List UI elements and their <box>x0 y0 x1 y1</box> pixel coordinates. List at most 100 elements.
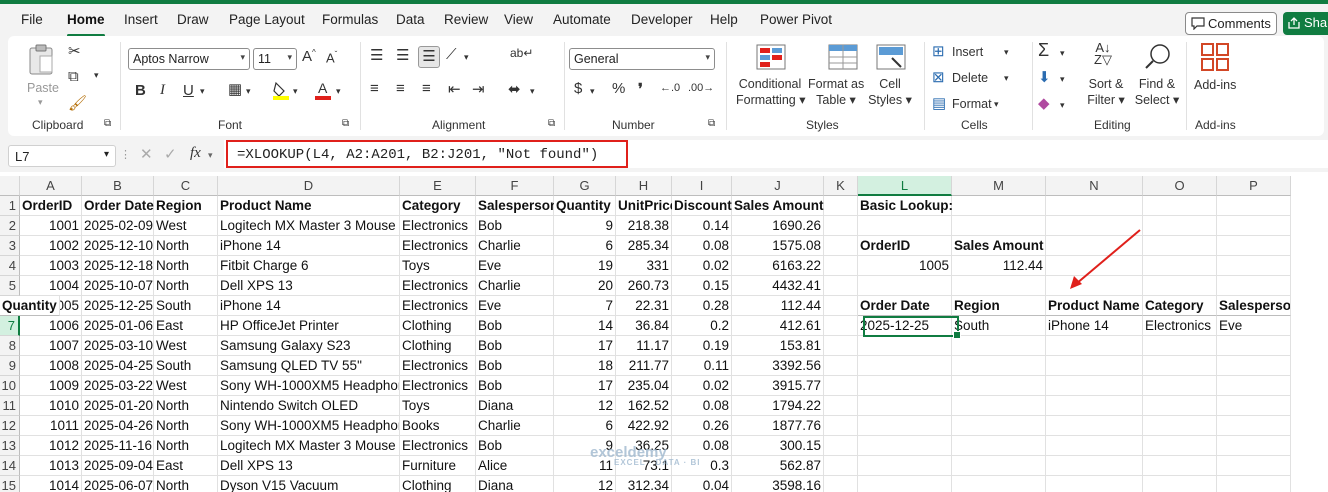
row-header-7[interactable]: 7 <box>0 316 20 336</box>
grid-cell[interactable] <box>952 436 1046 456</box>
find-select-icon[interactable] <box>1144 42 1172 70</box>
tab-automate[interactable]: Automate <box>553 12 611 27</box>
table-data-cell[interactable]: 260.73 <box>616 276 672 296</box>
grid-cell[interactable] <box>952 456 1046 476</box>
table-data-cell[interactable]: Clothing <box>400 336 476 356</box>
grid-cell[interactable] <box>824 456 858 476</box>
row-header-13[interactable]: 13 <box>0 436 20 456</box>
table-data-cell[interactable]: 1003 <box>20 256 82 276</box>
table-data-cell[interactable]: Electronics <box>400 236 476 256</box>
grid-cell[interactable] <box>1217 416 1291 436</box>
table-data-cell[interactable]: Books <box>400 416 476 436</box>
tab-home[interactable]: Home <box>67 12 105 27</box>
table-data-cell[interactable]: Dell XPS 13 <box>218 276 400 296</box>
conditional-formatting-label[interactable]: Conditional Formatting ▾ <box>736 76 806 108</box>
delete-dropdown-icon[interactable]: ▾ <box>1004 70 1009 86</box>
table-data-cell[interactable]: 22.31 <box>616 296 672 316</box>
table-data-cell[interactable]: 1690.26 <box>732 216 824 236</box>
grid-cell[interactable] <box>824 416 858 436</box>
tab-file[interactable]: File <box>21 12 43 27</box>
grid-cell[interactable] <box>1046 456 1143 476</box>
tab-formulas[interactable]: Formulas <box>322 12 378 27</box>
fill-color-icon[interactable] <box>272 80 290 100</box>
table-data-cell[interactable]: 0.19 <box>672 336 732 356</box>
table-data-cell[interactable]: 1006 <box>20 316 82 336</box>
grid-cell[interactable] <box>952 476 1046 492</box>
table-data-cell[interactable]: Logitech MX Master 3 Mouse <box>218 436 400 456</box>
table-data-cell[interactable]: 36.84 <box>616 316 672 336</box>
tab-draw[interactable]: Draw <box>177 12 209 27</box>
table-data-cell[interactable]: Electronics <box>400 436 476 456</box>
grid-cell[interactable] <box>1143 196 1217 216</box>
wrap-text-icon[interactable]: ab↵ <box>510 46 533 60</box>
table-data-cell[interactable]: North <box>154 436 218 456</box>
grid-cell[interactable] <box>952 196 1046 216</box>
insert-cells-icon[interactable]: ⊞ <box>932 42 945 60</box>
table-data-cell[interactable]: 14 <box>554 316 616 336</box>
grid-cell[interactable] <box>1143 416 1217 436</box>
table-data-cell[interactable]: 0.02 <box>672 256 732 276</box>
format-dropdown-icon[interactable]: ▾ <box>994 96 999 112</box>
align-right-icon[interactable]: ≡ <box>422 80 431 97</box>
table-data-cell[interactable]: Bob <box>476 376 554 396</box>
fill-dropdown-icon[interactable]: ▾ <box>1060 74 1065 85</box>
grid-cell[interactable] <box>952 396 1046 416</box>
lookup-result-cell[interactable]: Electronics <box>1143 316 1217 336</box>
currency-icon[interactable]: $ <box>574 80 582 97</box>
row-header-3[interactable]: 3 <box>0 236 20 256</box>
table-data-cell[interactable]: Electronics <box>400 276 476 296</box>
table-data-cell[interactable]: 20 <box>554 276 616 296</box>
grid-cell[interactable] <box>1143 476 1217 492</box>
table-data-cell[interactable]: 3392.56 <box>732 356 824 376</box>
grid-cell[interactable] <box>1143 436 1217 456</box>
autosum-icon[interactable]: Σ <box>1038 40 1049 61</box>
formula-input[interactable]: =XLOOKUP(L4, A2:A201, B2:J201, "Not foun… <box>226 140 628 168</box>
comments-button[interactable]: Comments <box>1185 12 1277 35</box>
tab-view[interactable]: View <box>504 12 533 27</box>
table-data-cell[interactable]: West <box>154 216 218 236</box>
grid-cell[interactable] <box>858 376 952 396</box>
lookup-sales-result[interactable]: 112.44 <box>952 256 1046 276</box>
table-data-cell[interactable]: 422.92 <box>616 416 672 436</box>
tab-help[interactable]: Help <box>710 12 738 27</box>
column-header-f[interactable]: F <box>476 176 554 196</box>
table-data-cell[interactable]: Fitbit Charge 6 <box>218 256 400 276</box>
grid-cell[interactable] <box>824 336 858 356</box>
grid-cell[interactable] <box>1046 416 1143 436</box>
table-data-cell[interactable]: 2025-12-18 <box>82 256 154 276</box>
table-data-cell[interactable]: 1004 <box>20 276 82 296</box>
table-data-cell[interactable]: 2025-04-26 <box>82 416 154 436</box>
table-data-cell[interactable]: North <box>154 256 218 276</box>
row-header-10[interactable]: 10 <box>0 376 20 396</box>
find-select-button[interactable]: Find & Select ▾ <box>1134 76 1180 108</box>
grid-cell[interactable] <box>824 236 858 256</box>
lookup-result-cell[interactable]: iPhone 14 <box>1046 316 1143 336</box>
tab-data[interactable]: Data <box>396 12 425 27</box>
table-data-cell[interactable]: 1008 <box>20 356 82 376</box>
table-data-cell[interactable]: iPhone 14 <box>218 236 400 256</box>
grid-cell[interactable] <box>1046 336 1143 356</box>
cell-styles-label[interactable]: Cell Styles ▾ <box>868 76 912 108</box>
table-data-cell[interactable]: 0.14 <box>672 216 732 236</box>
table-data-cell[interactable]: 300.15 <box>732 436 824 456</box>
table-data-cell[interactable]: Clothing <box>400 476 476 492</box>
table-data-cell[interactable]: Diana <box>476 396 554 416</box>
table-data-cell[interactable]: 2025-01-20 <box>82 396 154 416</box>
select-all-corner[interactable] <box>0 176 20 196</box>
lookup-result-cell[interactable]: South <box>952 316 1046 336</box>
grid-cell[interactable] <box>1217 196 1291 216</box>
grid-cell[interactable] <box>1217 376 1291 396</box>
row-header-5[interactable]: 5 <box>0 276 20 296</box>
table-data-cell[interactable]: West <box>154 376 218 396</box>
grid-cell[interactable] <box>1217 356 1291 376</box>
format-cells-icon[interactable]: ▤ <box>932 94 946 112</box>
table-data-cell[interactable]: 218.38 <box>616 216 672 236</box>
table-data-cell[interactable]: 0.15 <box>672 276 732 296</box>
orientation-dropdown-icon[interactable]: ▾ <box>464 52 469 63</box>
table-data-cell[interactable]: 2025-09-04 <box>82 456 154 476</box>
grid-cell[interactable] <box>824 296 858 316</box>
grid-cell[interactable] <box>824 216 858 236</box>
table-data-cell[interactable]: 331 <box>616 256 672 276</box>
table-data-cell[interactable]: 0.04 <box>672 476 732 492</box>
table-data-cell[interactable]: Electronics <box>400 296 476 316</box>
